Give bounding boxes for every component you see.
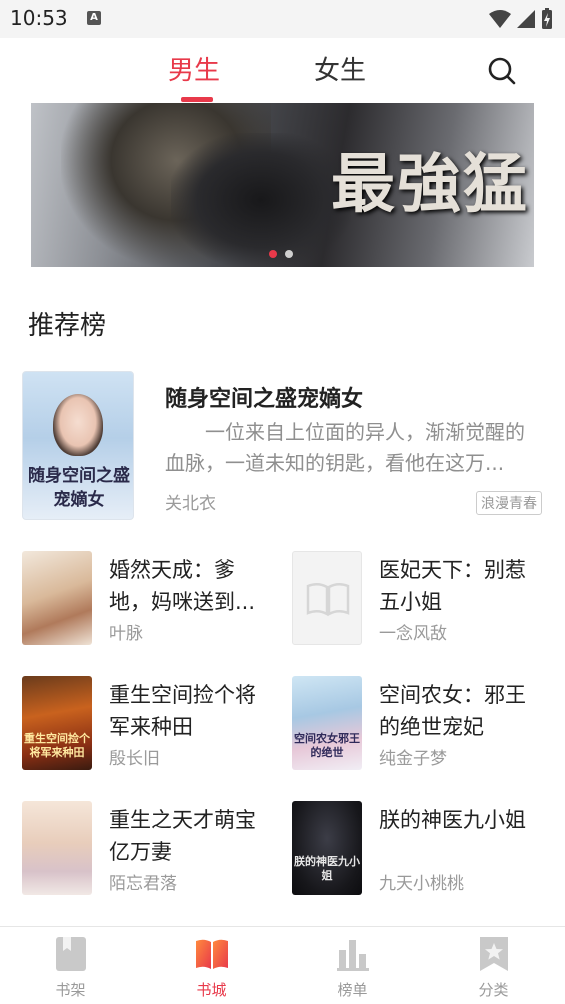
promo-banner[interactable]: 最強猛 <box>31 103 534 267</box>
book-cover: 朕的神医九小姐 <box>292 801 362 895</box>
book-title: 空间农女：邪王的绝世宠妃 <box>379 683 526 739</box>
book-item[interactable]: 重生空间捡个将军来种田 重生空间捡个将军来种田 殷长旧 <box>22 676 277 772</box>
open-book-icon <box>196 939 228 969</box>
tab-female[interactable]: 女生 <box>314 50 366 87</box>
battery-icon <box>542 8 552 29</box>
nav-bookshelf[interactable]: 书架 <box>0 927 141 1004</box>
featured-book-cover: 随身空间之盛宠嫡女 <box>22 371 134 520</box>
banner-title: 最強猛 <box>331 147 529 222</box>
book-cover <box>22 801 92 895</box>
signal-icon <box>517 10 535 28</box>
cover-title-art: 朕的神医九小姐 <box>294 855 360 882</box>
cover-figure <box>53 394 103 456</box>
book-title: 重生空间捡个将军来种田 <box>109 683 256 739</box>
section-title: 推荐榜 <box>28 311 107 341</box>
open-book-placeholder-icon <box>306 583 350 617</box>
status-icons <box>489 8 553 30</box>
nav-bookstore[interactable]: 书城 <box>141 927 282 1004</box>
tab-male[interactable]: 男生 <box>168 50 220 87</box>
nav-ranking[interactable]: 榜单 <box>282 927 423 1004</box>
book-author: 一念风敌 <box>379 624 447 644</box>
notification-icon: A <box>87 11 101 25</box>
top-tabs: 男生 女生 <box>0 38 565 102</box>
book-title: 婚然天成：爹地，妈咪送到... <box>109 558 256 614</box>
book-title: 朕的神医九小姐 <box>379 808 526 832</box>
book-cover: 空间农女邪王的绝世 <box>292 676 362 770</box>
banner-pagination <box>269 250 293 258</box>
featured-book[interactable]: 随身空间之盛宠嫡女 随身空间之盛宠嫡女 一位来自上位面的异人，渐渐觉醒的血脉，一… <box>22 371 542 521</box>
book-title: 重生之天才萌宝亿万妻 <box>109 808 256 864</box>
book-author: 陌忘君落 <box>109 874 177 894</box>
search-icon[interactable] <box>486 55 518 87</box>
book-author: 叶脉 <box>109 624 143 644</box>
bar-chart-icon <box>337 940 369 971</box>
nav-label: 书架 <box>55 981 86 999</box>
star-bookmark-icon <box>480 937 508 971</box>
nav-label: 分类 <box>478 981 509 999</box>
book-item[interactable]: 朕的神医九小姐 朕的神医九小姐 九天小桃桃 <box>292 801 547 897</box>
wifi-icon <box>489 10 511 28</box>
book-title: 医妃天下：别惹五小姐 <box>379 558 526 614</box>
banner-dot[interactable] <box>285 250 293 258</box>
status-time: 10:53 <box>10 6 68 30</box>
book-item[interactable]: 医妃天下：别惹五小姐 一念风敌 <box>292 551 547 647</box>
featured-book-title: 随身空间之盛宠嫡女 <box>165 387 364 412</box>
book-item[interactable]: 空间农女邪王的绝世 空间农女：邪王的绝世宠妃 纯金子梦 <box>292 676 547 772</box>
featured-book-author: 关北衣 <box>165 494 216 514</box>
cover-title-art: 随身空间之盛宠嫡女 <box>28 466 130 510</box>
featured-book-description: 一位来自上位面的异人，渐渐觉醒的血脉，一道未知的钥匙，看他在这万... <box>165 420 525 475</box>
cover-title-art: 空间农女邪王的绝世 <box>294 732 360 759</box>
nav-category[interactable]: 分类 <box>423 927 564 1004</box>
bookmark-book-icon <box>56 937 86 971</box>
cover-title-art: 重生空间捡个将军来种田 <box>24 732 90 759</box>
nav-label: 榜单 <box>337 981 368 999</box>
book-cover-placeholder <box>292 551 362 645</box>
book-cover: 重生空间捡个将军来种田 <box>22 676 92 770</box>
bottom-navigation: 书架 书城 榜单 分类 <box>0 926 565 1004</box>
book-cover <box>22 551 92 645</box>
active-tab-indicator <box>181 97 213 102</box>
nav-label: 书城 <box>196 981 227 999</box>
book-author: 殷长旧 <box>109 749 160 769</box>
banner-dot-active[interactable] <box>269 250 277 258</box>
genre-tag: 浪漫青春 <box>476 491 542 515</box>
book-author: 九天小桃桃 <box>379 874 464 894</box>
book-item[interactable]: 婚然天成：爹地，妈咪送到... 叶脉 <box>22 551 277 647</box>
book-item[interactable]: 重生之天才萌宝亿万妻 陌忘君落 <box>22 801 277 897</box>
status-bar: 10:53 A <box>0 0 565 38</box>
banner-horse <box>171 133 351 267</box>
book-author: 纯金子梦 <box>379 749 447 769</box>
